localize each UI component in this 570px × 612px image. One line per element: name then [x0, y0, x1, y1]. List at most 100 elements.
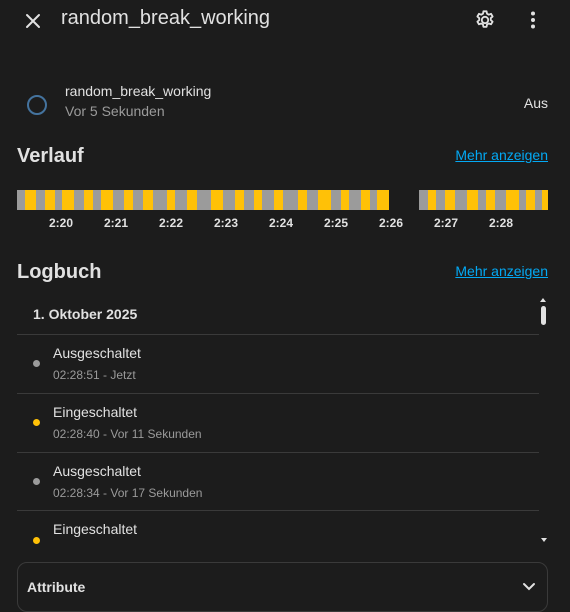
timeline-segment-on[interactable]	[254, 190, 262, 210]
attributes-expander[interactable]: Attribute	[17, 562, 548, 612]
timeline-segment-off[interactable]	[535, 190, 542, 210]
timeline-segment-on[interactable]	[187, 190, 197, 210]
timeline-segment-off[interactable]	[55, 190, 62, 210]
state-dot	[33, 360, 40, 367]
timeline-segment-on[interactable]	[143, 190, 153, 210]
timeline-tick-label: 2:25	[323, 216, 349, 230]
timeline-segment-on[interactable]	[542, 190, 548, 210]
timeline-segment-on[interactable]	[25, 190, 36, 210]
logbook-date-heading: 1. Oktober 2025	[33, 306, 138, 322]
entity-state: Aus	[523, 95, 548, 111]
timeline-segment-off[interactable]	[419, 190, 428, 210]
timeline-tick-label: 2:28	[488, 216, 514, 230]
scroll-up-icon[interactable]	[539, 297, 547, 303]
timeline-segment-on[interactable]	[361, 190, 370, 210]
timeline-segment-on[interactable]	[84, 190, 93, 210]
timeline-segment-on[interactable]	[428, 190, 436, 210]
log-entry-time: 02:28:40 - Vor 11 Sekunden	[53, 427, 202, 441]
timeline-segment-off[interactable]	[36, 190, 45, 210]
logbook-entry[interactable]: Ausgeschaltet 02:28:51 - Jetzt	[17, 336, 539, 394]
logbook-entry[interactable]: Ausgeschaltet 02:28:34 - Vor 17 Sekunden	[17, 454, 539, 512]
entity-name: random_break_working	[65, 83, 212, 99]
timeline-segment-off[interactable]	[331, 190, 341, 210]
timeline-segment-on[interactable]	[467, 190, 478, 210]
divider	[17, 334, 539, 335]
timeline-segment-off[interactable]	[307, 190, 318, 210]
log-entry-time: 02:28:51 - Jetzt	[53, 368, 136, 382]
divider	[17, 510, 539, 511]
timeline-segment-off[interactable]	[455, 190, 467, 210]
timeline-segment-on[interactable]	[298, 190, 307, 210]
scroll-down-icon[interactable]	[540, 537, 548, 543]
timeline-segment-off[interactable]	[262, 190, 274, 210]
divider	[17, 452, 539, 453]
timeline-segment-on[interactable]	[101, 190, 113, 210]
timeline-segment-off[interactable]	[133, 190, 143, 210]
circle-outline-icon	[27, 95, 47, 115]
log-entry-title: Ausgeschaltet	[53, 345, 141, 361]
state-dot	[33, 537, 40, 544]
timeline-segment-off[interactable]	[349, 190, 361, 210]
log-entry-title: Eingeschaltet	[53, 404, 138, 420]
state-dot	[33, 478, 40, 485]
more-menu-button[interactable]	[520, 7, 546, 33]
log-entry-title: Ausgeschaltet	[53, 463, 141, 479]
timeline-segment-on[interactable]	[45, 190, 55, 210]
timeline-tick-label: 2:26	[378, 216, 404, 230]
timeline-segment-on[interactable]	[318, 190, 331, 210]
close-button[interactable]	[20, 8, 46, 34]
timeline-tick-label: 2:24	[268, 216, 294, 230]
history-timeline[interactable]	[17, 190, 548, 210]
timeline-segment-off[interactable]	[17, 190, 25, 210]
timeline-segment-on[interactable]	[506, 190, 519, 210]
timeline-segment-on[interactable]	[445, 190, 455, 210]
timeline-segment-on[interactable]	[377, 190, 389, 210]
timeline-segment-on[interactable]	[124, 190, 133, 210]
gear-icon	[476, 10, 494, 28]
timeline-segment-on[interactable]	[211, 190, 223, 210]
timeline-tick-label: 2:21	[103, 216, 129, 230]
chevron-down-icon	[523, 583, 535, 591]
timeline-tick-label: 2:22	[158, 216, 184, 230]
log-entry-title: Eingeschaltet	[53, 521, 138, 537]
timeline-segment-off[interactable]	[244, 190, 254, 210]
timeline-segment-off[interactable]	[153, 190, 167, 210]
timeline-segment-off[interactable]	[370, 190, 377, 210]
logbook-title: Logbuch	[17, 261, 102, 283]
more-vertical-icon	[531, 11, 535, 29]
timeline-tick-label: 2:27	[433, 216, 459, 230]
timeline-segment-off[interactable]	[283, 190, 298, 210]
scrollbar-thumb[interactable]	[541, 306, 546, 325]
log-entry-time: 02:28:34 - Vor 17 Sekunden	[53, 486, 203, 500]
timeline-segment-off[interactable]	[197, 190, 211, 210]
history-more-link[interactable]: Mehr anzeigen	[455, 147, 548, 163]
entity-last-changed: Vor 5 Sekunden	[65, 103, 165, 119]
timeline-segment-off[interactable]	[436, 190, 445, 210]
timeline-segment-off[interactable]	[74, 190, 84, 210]
timeline-segment-off[interactable]	[495, 190, 506, 210]
close-icon	[26, 14, 40, 28]
timeline-segment-on[interactable]	[274, 190, 283, 210]
timeline-segment-off[interactable]	[93, 190, 101, 210]
timeline-segment-on[interactable]	[486, 190, 495, 210]
attributes-label: Attribute	[27, 579, 86, 595]
timeline-segment-off[interactable]	[175, 190, 187, 210]
timeline-segment-on[interactable]	[235, 190, 244, 210]
timeline-segment-off[interactable]	[223, 190, 235, 210]
timeline-segment-on[interactable]	[341, 190, 349, 210]
divider	[17, 393, 539, 394]
timeline-segment-on[interactable]	[62, 190, 74, 210]
settings-button[interactable]	[472, 7, 498, 33]
logbook-entry[interactable]: Eingeschaltet 02:28:40 - Vor 11 Sekunden	[17, 395, 539, 453]
timeline-segment-on[interactable]	[167, 190, 175, 210]
timeline-segment-on[interactable]	[526, 190, 535, 210]
state-dot	[33, 419, 40, 426]
timeline-tick-label: 2:23	[213, 216, 239, 230]
timeline-segment-off[interactable]	[519, 190, 526, 210]
timeline-segment-off[interactable]	[478, 190, 486, 210]
timeline-tick-label: 2:20	[48, 216, 74, 230]
logbook-more-link[interactable]: Mehr anzeigen	[455, 263, 548, 279]
timeline-segment-off[interactable]	[113, 190, 124, 210]
history-title: Verlauf	[17, 145, 84, 167]
dialog-title: random_break_working	[61, 7, 271, 29]
